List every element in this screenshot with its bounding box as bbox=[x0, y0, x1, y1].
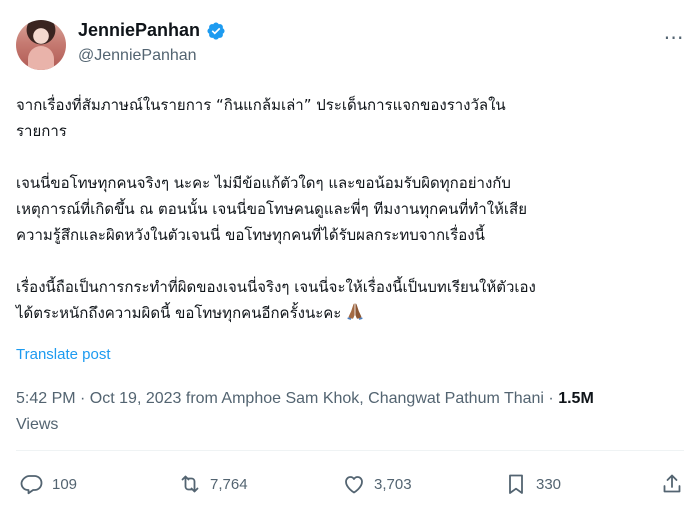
bookmark-button[interactable]: 330 bbox=[504, 466, 561, 502]
translate-post-link[interactable]: Translate post bbox=[16, 346, 111, 363]
folded-hands-emoji-icon bbox=[347, 303, 363, 320]
bookmark-count: 330 bbox=[536, 475, 562, 493]
views-label: Views bbox=[16, 416, 59, 433]
post-header: JenniePanhan @JenniePanhan ⋯ bbox=[16, 14, 688, 70]
verified-badge-icon bbox=[207, 21, 225, 40]
name-row: JenniePanhan bbox=[78, 20, 226, 41]
post-paragraph-2: เจนนี่ขอโทษทุกคนจริงๆ นะคะ ไม่มีข้อแก้ตั… bbox=[16, 174, 528, 244]
share-button[interactable] bbox=[660, 466, 684, 502]
reply-button[interactable]: 109 bbox=[20, 466, 77, 502]
author-block: JenniePanhan @JenniePanhan bbox=[78, 20, 226, 65]
post-timestamp[interactable]: 5:42 PM · Oct 19, 2023 from Amphoe Sam K… bbox=[16, 390, 558, 407]
reply-icon bbox=[20, 475, 43, 495]
post: JenniePanhan @JenniePanhan ⋯ จากเรื่องที… bbox=[0, 0, 700, 508]
more-icon: ⋯ bbox=[663, 27, 685, 49]
like-button[interactable]: 3,703 bbox=[342, 466, 412, 502]
share-icon bbox=[663, 474, 681, 493]
views-count: 1.5M bbox=[558, 390, 594, 407]
bookmark-icon bbox=[509, 474, 523, 494]
post-paragraph-1: จากเรื่องที่สัมภาษณ์ในรายการ “กินแกล้มเล… bbox=[16, 96, 506, 140]
reply-count: 109 bbox=[52, 475, 78, 493]
heart-icon bbox=[345, 476, 363, 494]
avatar-figure bbox=[28, 46, 54, 70]
post-paragraph-3: เรื่องนี้ถือเป็นการกระทำที่ผิดของเจนนี่จ… bbox=[16, 274, 692, 326]
more-options-button[interactable]: ⋯ bbox=[660, 24, 688, 52]
post-text: จากเรื่องที่สัมภาษณ์ในรายการ “กินแกล้มเล… bbox=[16, 92, 692, 326]
avatar[interactable] bbox=[16, 20, 66, 70]
author-handle[interactable]: @JenniePanhan bbox=[78, 47, 226, 65]
like-count: 3,703 bbox=[374, 475, 412, 493]
post-meta: 5:42 PM · Oct 19, 2023 from Amphoe Sam K… bbox=[16, 386, 686, 438]
repost-count: 7,764 bbox=[210, 475, 248, 493]
display-name[interactable]: JenniePanhan bbox=[78, 20, 200, 41]
repost-button[interactable]: 7,764 bbox=[178, 466, 248, 502]
post-paragraph-3-text: เรื่องนี้ถือเป็นการกระทำที่ผิดของเจนนี่จ… bbox=[16, 278, 536, 322]
action-bar: 109 7,764 3,703 330 bbox=[16, 466, 684, 502]
divider bbox=[16, 450, 684, 451]
repost-icon bbox=[181, 475, 199, 493]
